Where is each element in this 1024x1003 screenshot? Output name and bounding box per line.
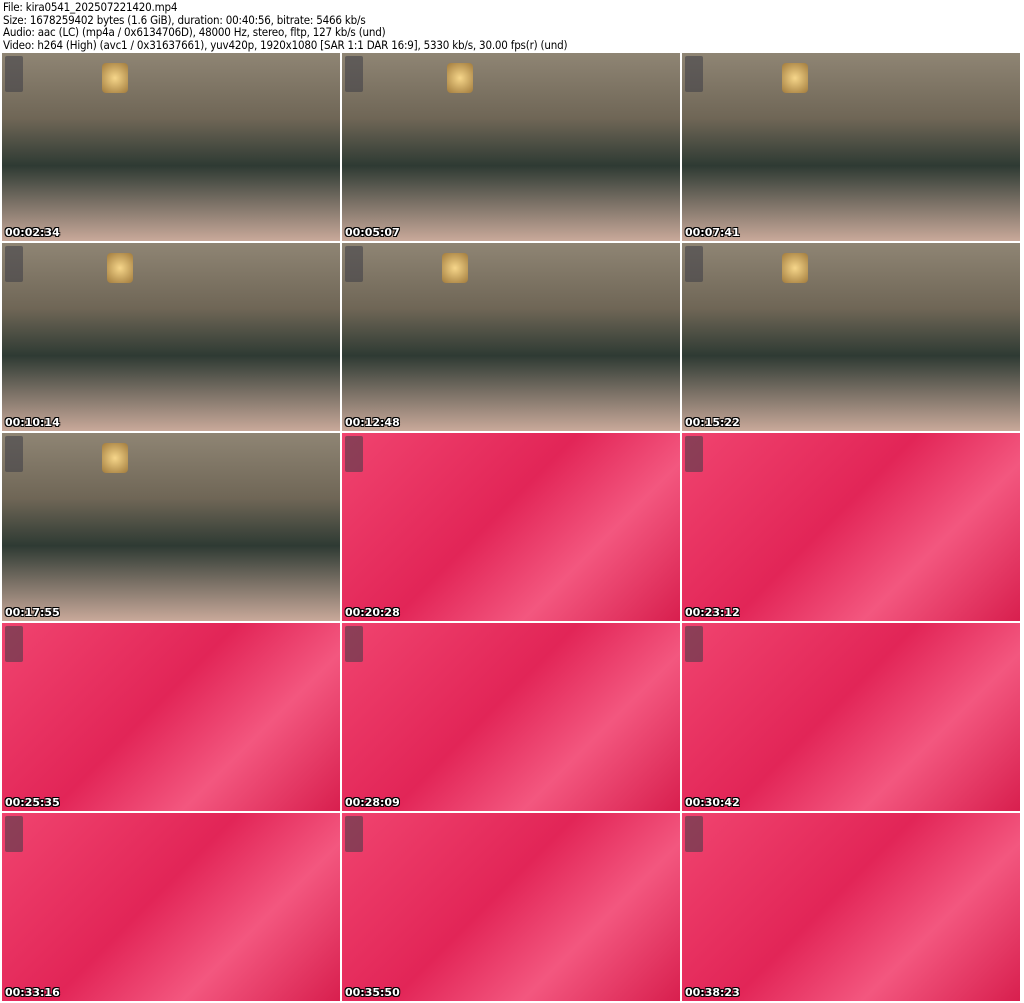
thumbnail-grid: 00:02:34 00:05:07 00:07:41 00:10:14 00:12:48… bbox=[2, 53, 1020, 1001]
overlay-panel bbox=[685, 56, 703, 92]
timestamp: 00:02:34 bbox=[5, 226, 60, 239]
video-thumbnail: 00:35:50 bbox=[342, 813, 680, 1001]
timestamp: 00:17:55 bbox=[5, 606, 60, 619]
timestamp: 00:23:12 bbox=[685, 606, 740, 619]
timestamp: 00:28:09 bbox=[345, 796, 400, 809]
video-thumbnail: 00:10:14 bbox=[2, 243, 340, 431]
overlay-panel bbox=[345, 246, 363, 282]
video-thumbnail: 00:17:55 bbox=[2, 433, 340, 621]
video-thumbnail: 00:02:34 bbox=[2, 53, 340, 241]
timestamp: 00:35:50 bbox=[345, 986, 400, 999]
overlay-panel bbox=[5, 626, 23, 662]
video-thumbnail: 00:07:41 bbox=[682, 53, 1020, 241]
video-thumbnail: 00:25:35 bbox=[2, 623, 340, 811]
lamp-icon bbox=[447, 63, 473, 93]
timestamp: 00:33:16 bbox=[5, 986, 60, 999]
video-thumbnail: 00:23:12 bbox=[682, 433, 1020, 621]
timestamp: 00:38:23 bbox=[685, 986, 740, 999]
timestamp: 00:05:07 bbox=[345, 226, 400, 239]
video-thumbnail: 00:15:22 bbox=[682, 243, 1020, 431]
file-name: File: kira0541_202507221420.mp4 bbox=[3, 0, 178, 14]
lamp-icon bbox=[782, 63, 808, 93]
overlay-panel bbox=[5, 436, 23, 472]
video-thumbnail: 00:12:48 bbox=[342, 243, 680, 431]
timestamp: 00:15:22 bbox=[685, 416, 740, 429]
lamp-icon bbox=[102, 443, 128, 473]
overlay-panel bbox=[685, 626, 703, 662]
video-thumbnail: 00:05:07 bbox=[342, 53, 680, 241]
overlay-panel bbox=[5, 56, 23, 92]
overlay-panel bbox=[685, 816, 703, 852]
overlay-panel bbox=[5, 246, 23, 282]
video-thumbnail: 00:38:23 bbox=[682, 813, 1020, 1001]
timestamp: 00:10:14 bbox=[5, 416, 60, 429]
timestamp: 00:20:28 bbox=[345, 606, 400, 619]
video-thumbnail: 00:33:16 bbox=[2, 813, 340, 1001]
overlay-panel bbox=[685, 246, 703, 282]
overlay-panel bbox=[5, 816, 23, 852]
overlay-panel bbox=[345, 816, 363, 852]
timestamp: 00:07:41 bbox=[685, 226, 740, 239]
file-info-header: File: kira0541_202507221420.mp4 Size: 16… bbox=[3, 0, 568, 52]
overlay-panel bbox=[685, 436, 703, 472]
video-thumbnail: 00:30:42 bbox=[682, 623, 1020, 811]
timestamp: 00:25:35 bbox=[5, 796, 60, 809]
timestamp: 00:30:42 bbox=[685, 796, 740, 809]
timestamp: 00:12:48 bbox=[345, 416, 400, 429]
video-info: Video: h264 (High) (avc1 / 0x31637661), … bbox=[3, 37, 568, 52]
overlay-panel bbox=[345, 436, 363, 472]
overlay-panel bbox=[345, 626, 363, 662]
audio-info: Audio: aac (LC) (mp4a / 0x6134706D), 480… bbox=[3, 25, 386, 40]
lamp-icon bbox=[442, 253, 468, 283]
video-thumbnail: 00:28:09 bbox=[342, 623, 680, 811]
video-thumbnail: 00:20:28 bbox=[342, 433, 680, 621]
lamp-icon bbox=[107, 253, 133, 283]
lamp-icon bbox=[102, 63, 128, 93]
lamp-icon bbox=[782, 253, 808, 283]
overlay-panel bbox=[345, 56, 363, 92]
